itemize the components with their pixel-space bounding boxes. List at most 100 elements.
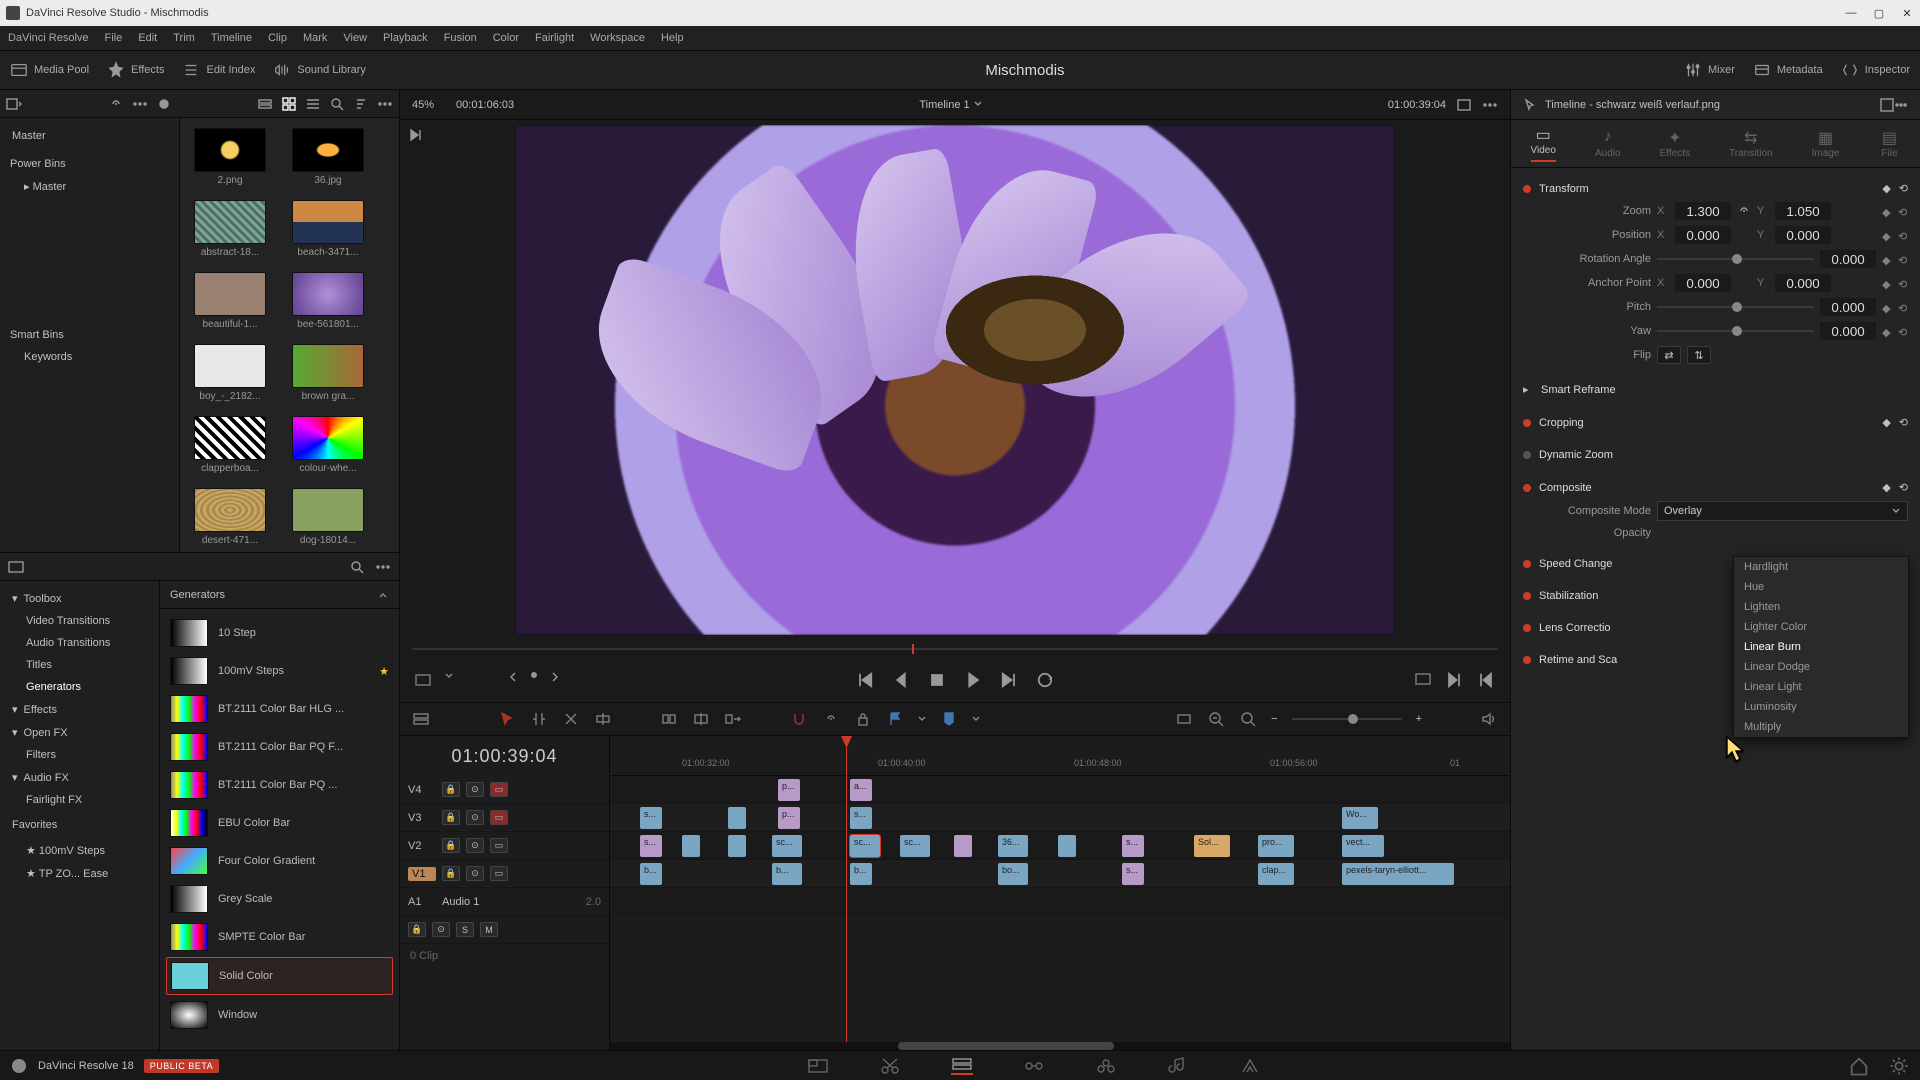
menu-edit[interactable]: Edit (138, 32, 157, 44)
timeline-timecode[interactable]: 01:00:39:04 (400, 736, 609, 776)
replace-icon[interactable] (724, 710, 742, 728)
fx-item[interactable]: SMPTE Color Bar (166, 919, 393, 955)
link-zoom-icon[interactable] (1737, 204, 1751, 218)
fx-item[interactable]: Solid Color (166, 957, 393, 995)
dropdown-option[interactable]: Linear Burn (1734, 637, 1908, 657)
flip-v-button[interactable]: ⇅ (1687, 346, 1711, 364)
fx-item[interactable]: BT.2111 Color Bar PQ ... (166, 767, 393, 803)
link-icon[interactable] (108, 96, 124, 112)
timeline-clip[interactable]: bo... (998, 863, 1028, 885)
track-auto-button[interactable]: ⊙ (466, 838, 484, 853)
timeline-clip[interactable] (954, 835, 972, 857)
page-media[interactable] (807, 1057, 829, 1075)
window-minimize-button[interactable]: — (1844, 6, 1858, 20)
inspector-toggle[interactable]: Inspector (1841, 61, 1910, 79)
clip-item[interactable]: beautiful-1... (194, 272, 266, 330)
dropdown-option[interactable]: Hue (1734, 577, 1908, 597)
marker-chevron-icon[interactable] (972, 715, 980, 723)
window-close-button[interactable]: ✕ (1900, 6, 1914, 20)
marker-icon[interactable] (940, 710, 958, 728)
chevron-down-icon[interactable] (444, 671, 454, 681)
menu-view[interactable]: View (343, 32, 367, 44)
clip-item[interactable]: 36.jpg (292, 128, 364, 186)
flag-icon[interactable] (886, 710, 904, 728)
sort-icon[interactable] (353, 96, 369, 112)
dropdown-option[interactable]: Lighten (1734, 597, 1908, 617)
yaw-slider[interactable] (1657, 324, 1814, 338)
pitch-input[interactable] (1820, 298, 1876, 316)
smart-reframe-header[interactable]: ▸Smart Reframe (1523, 379, 1908, 400)
inspector-tab-audio[interactable]: ♪Audio (1595, 128, 1621, 159)
timeline-clip[interactable] (682, 835, 700, 857)
insert-mode-icon[interactable] (414, 671, 432, 689)
record-icon[interactable] (156, 96, 172, 112)
fx-tree-filters[interactable]: Filters (4, 744, 155, 766)
menu-help[interactable]: Help (661, 32, 684, 44)
timeline-clip[interactable]: clap... (1258, 863, 1294, 885)
list-view-icon[interactable] (305, 96, 321, 112)
audio-auto-button[interactable]: ⊙ (432, 922, 450, 937)
fx-search-icon[interactable] (349, 559, 365, 575)
clip-item[interactable]: abstract-18... (194, 200, 266, 258)
viewer-zoom[interactable]: 45% (412, 99, 434, 111)
viewer-mode-icon[interactable] (1456, 97, 1472, 113)
timeline-clip[interactable]: sc... (772, 835, 802, 857)
timeline-clip[interactable]: p... (778, 807, 800, 829)
timeline-clip[interactable] (728, 835, 746, 857)
dynamic-trim-icon[interactable] (562, 710, 580, 728)
dropdown-option[interactable]: Multiply (1734, 717, 1908, 737)
anc-y-input[interactable] (1775, 274, 1831, 292)
page-cut[interactable] (879, 1057, 901, 1075)
audio-solo-button[interactable]: S (456, 922, 474, 937)
anc-x-input[interactable] (1675, 274, 1731, 292)
match-frame-icon[interactable] (1414, 670, 1432, 688)
timeline-clip[interactable]: 36... (998, 835, 1028, 857)
fx-item[interactable]: 100mV Steps★ (166, 653, 393, 689)
menu-color[interactable]: Color (493, 32, 519, 44)
track-disable-button[interactable]: ▭ (490, 810, 508, 825)
snap-icon[interactable] (790, 710, 808, 728)
rotation-slider[interactable] (1657, 252, 1814, 266)
menu-timeline[interactable]: Timeline (211, 32, 252, 44)
track-lock-button[interactable]: 🔒 (442, 810, 460, 825)
next-clip-button[interactable] (1444, 670, 1464, 690)
chevron-up-icon[interactable] (377, 589, 389, 601)
track-disable-button[interactable]: ▭ (490, 866, 508, 881)
edit-index-toggle[interactable]: Edit Index (182, 61, 255, 79)
fx-tree-toolbox[interactable]: ▾ Toolbox (4, 587, 155, 610)
dropdown-option[interactable]: Hardlight (1734, 557, 1908, 577)
pitch-slider[interactable] (1657, 300, 1814, 314)
zoom-in-button[interactable]: + (1416, 713, 1422, 725)
zoom-y-input[interactable] (1775, 202, 1831, 220)
track-v3-selector[interactable]: V3 (408, 812, 436, 824)
fx-tree-effects[interactable]: ▾ Effects (4, 698, 155, 721)
fx-tree-fairlight-fx[interactable]: Fairlight FX (4, 789, 155, 811)
track-auto-button[interactable]: ⊙ (466, 866, 484, 881)
skip-marker-icon[interactable] (408, 128, 424, 145)
track-lock-button[interactable]: 🔒 (442, 838, 460, 853)
link-tool-icon[interactable] (822, 710, 840, 728)
insert-icon[interactable] (660, 710, 678, 728)
inspector-tab-image[interactable]: ▦Image (1812, 128, 1840, 159)
viewer-menu-icon[interactable] (1482, 97, 1498, 113)
menu-fairlight[interactable]: Fairlight (535, 32, 574, 44)
track-disable-button[interactable]: ▭ (490, 838, 508, 853)
inspector-tab-effects[interactable]: ✦Effects (1660, 128, 1690, 159)
track-lock-button[interactable]: 🔒 (442, 782, 460, 797)
transform-section-header[interactable]: Transform ◆⟲ (1523, 178, 1908, 199)
rotation-input[interactable] (1820, 250, 1876, 268)
fx-item[interactable]: 10 Step (166, 615, 393, 651)
strip-view-icon[interactable] (257, 96, 273, 112)
kf-icon[interactable]: ◆ (1882, 206, 1892, 216)
cropping-header[interactable]: Cropping◆⟲ (1523, 412, 1908, 433)
timeline-clip[interactable]: b... (772, 863, 802, 885)
fx-item[interactable]: Four Color Gradient (166, 843, 393, 879)
timeline-clip[interactable] (1058, 835, 1076, 857)
flip-h-button[interactable]: ⇄ (1657, 346, 1681, 364)
arrow-tool-icon[interactable] (498, 710, 516, 728)
clip-item[interactable]: clapperboa... (194, 416, 266, 474)
zoom-x-input[interactable] (1675, 202, 1731, 220)
track-v2-selector[interactable]: V2 (408, 840, 436, 852)
menu-file[interactable]: File (105, 32, 123, 44)
step-back-button[interactable] (891, 670, 911, 690)
